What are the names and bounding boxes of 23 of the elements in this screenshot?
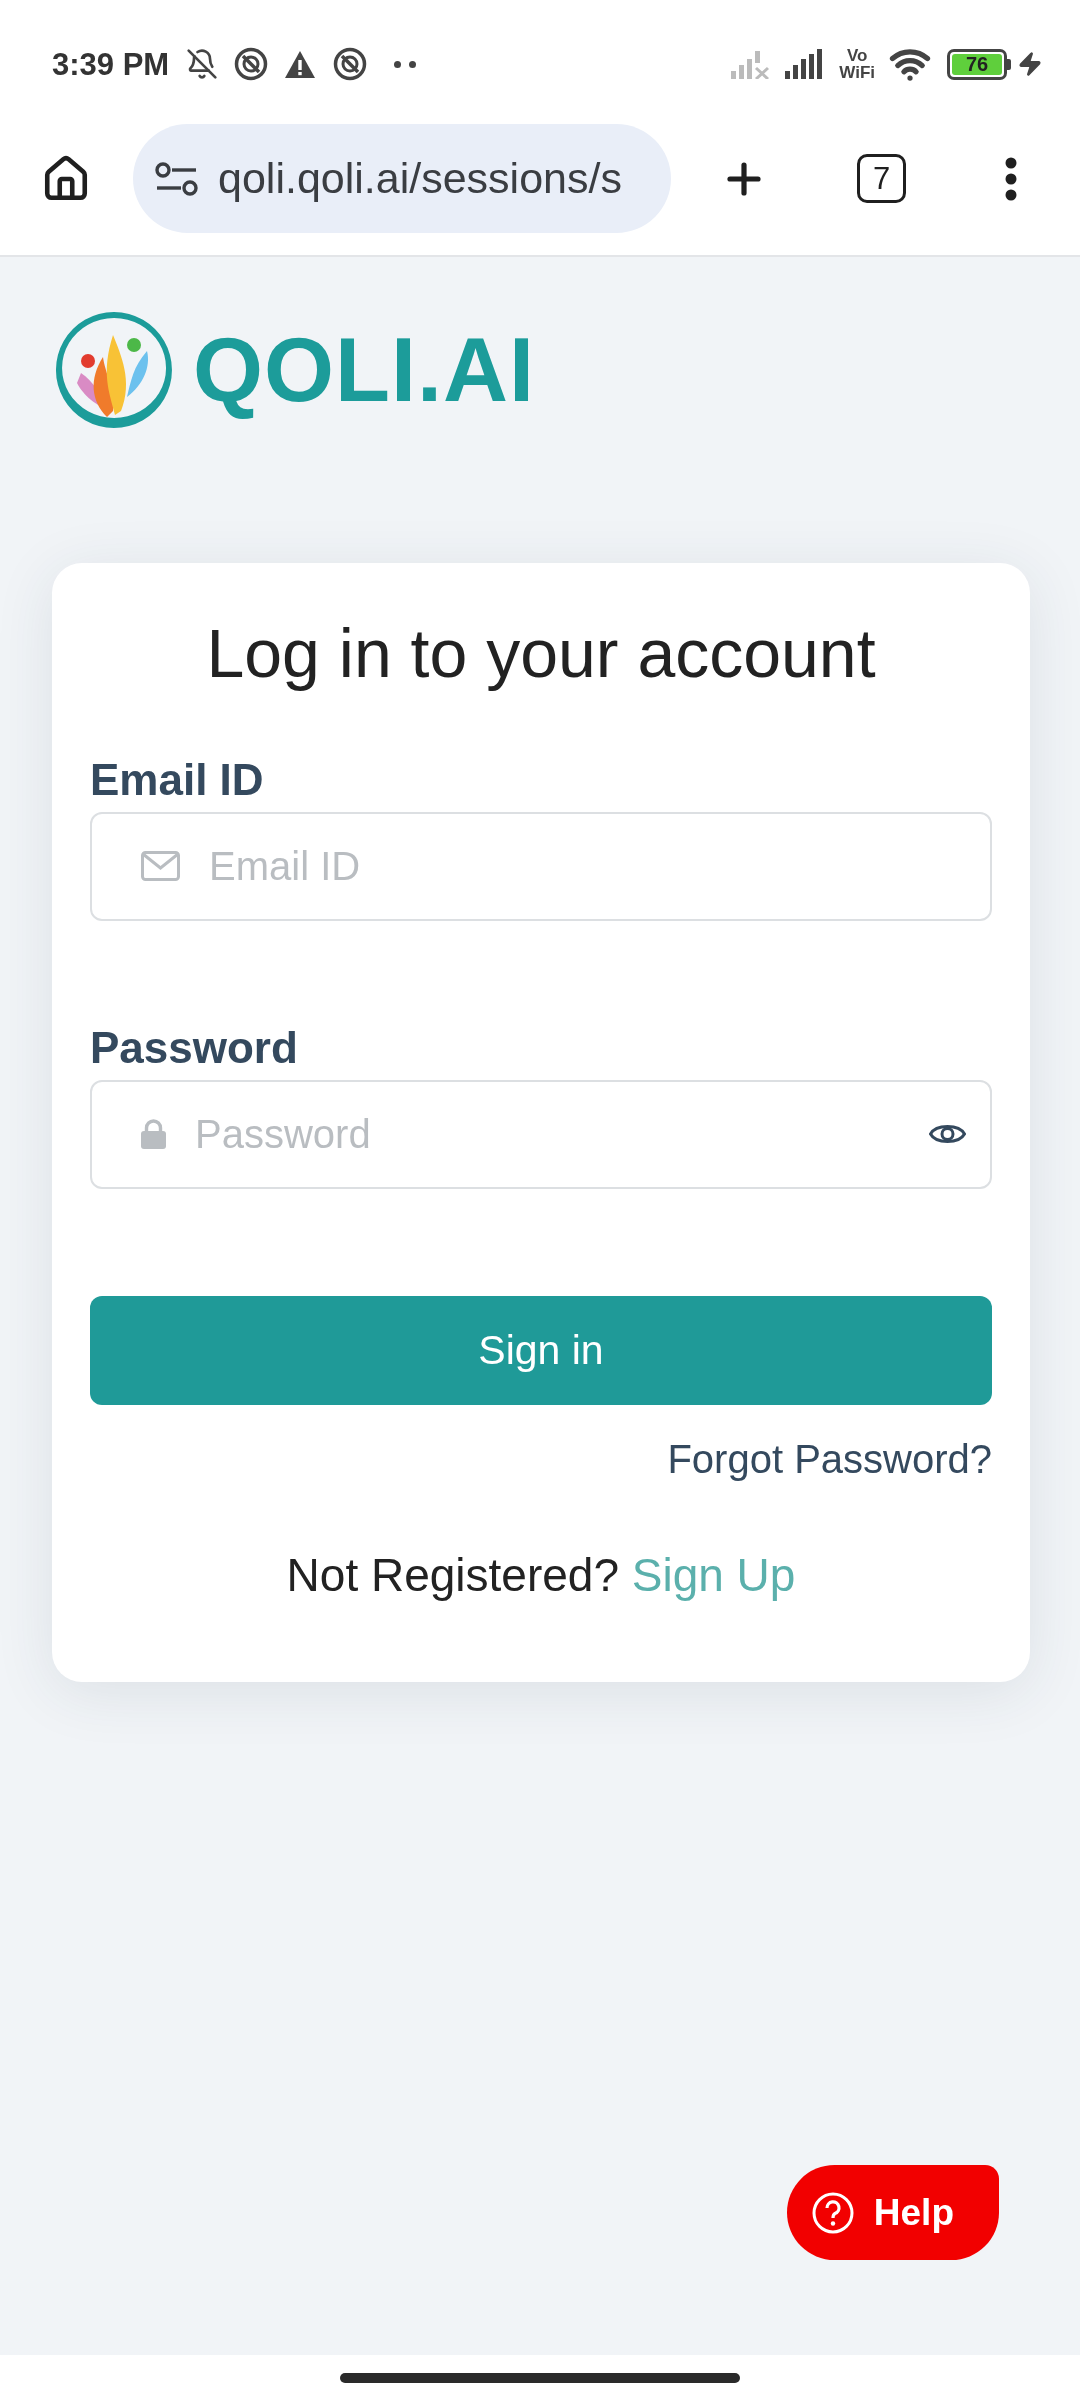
signal-off-icon	[730, 49, 771, 79]
field-label: Password	[90, 1026, 299, 1070]
warning-icon	[284, 49, 317, 79]
status-time: 3:39 PM	[52, 48, 170, 80]
password-field[interactable]: Password	[90, 1080, 992, 1189]
question-circle-icon	[811, 2191, 854, 2234]
charging-bolt-icon	[1017, 51, 1043, 77]
menu-icon[interactable]	[1004, 156, 1018, 201]
field-label: Email ID	[90, 758, 265, 802]
battery-percent: 76	[952, 53, 1002, 75]
more-dots-icon	[394, 60, 417, 68]
email-field[interactable]: Email ID	[90, 812, 992, 921]
mail-icon	[141, 851, 180, 881]
vowifi-label: Vo WiFi	[839, 47, 875, 81]
forgot-password-link[interactable]: Forgot Password?	[667, 1439, 992, 1479]
site-settings-icon[interactable]	[155, 161, 198, 196]
bell-off-icon	[186, 48, 219, 80]
address-bar[interactable]: qoli.qoli.ai/sessions/s	[133, 124, 671, 233]
slashed-circle-icon	[333, 47, 368, 81]
help-button[interactable]: Help	[786, 2165, 999, 2260]
slashed-circle-icon	[234, 47, 269, 81]
tab-switcher-button[interactable]: 7	[857, 154, 906, 203]
lock-icon	[141, 1119, 166, 1149]
